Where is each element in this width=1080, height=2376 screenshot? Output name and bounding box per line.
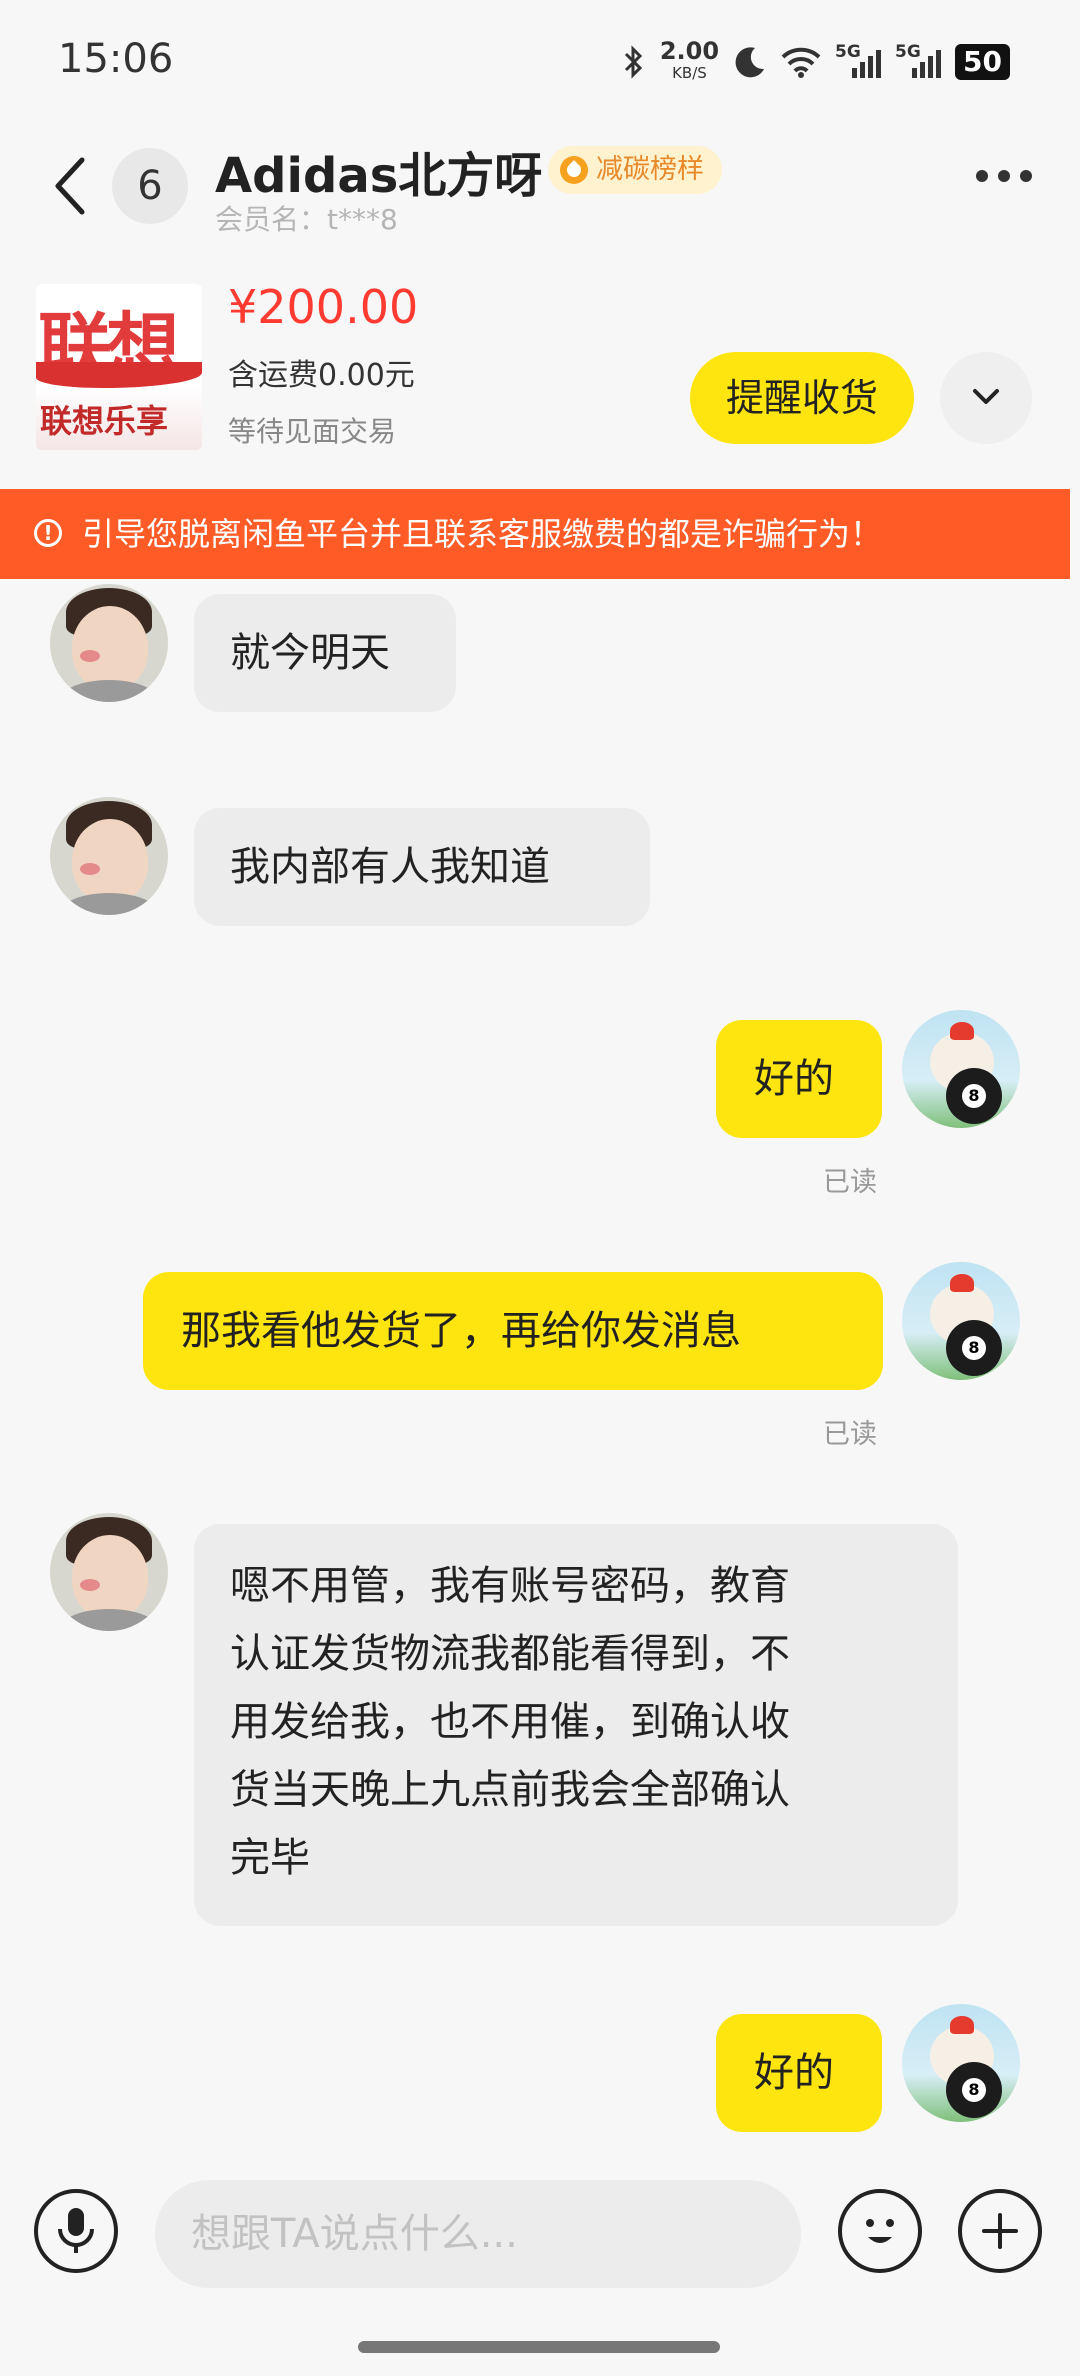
status-icons: 2.00 KB/S 5G 5G 50 — [622, 34, 1010, 90]
chevron-down-icon — [973, 389, 999, 404]
bluetooth-icon — [624, 45, 642, 79]
voice-button[interactable] — [34, 2189, 118, 2273]
message-bubble[interactable]: 那我看他发货了，再给你发消息 — [143, 1272, 883, 1390]
leaf-icon — [560, 156, 588, 184]
more-dot-icon — [1020, 170, 1032, 182]
moon-icon — [735, 47, 765, 78]
read-receipt: 已读 — [823, 1419, 877, 1450]
home-indicator[interactable] — [358, 2341, 720, 2353]
remind-receipt-button[interactable]: 提醒收货 — [690, 352, 914, 444]
chevron-left-icon — [55, 157, 85, 215]
message-line: 完毕 — [230, 1835, 310, 1881]
message-bubble[interactable]: 我内部有人我知道 — [194, 808, 650, 926]
my-avatar[interactable]: 8 — [902, 1010, 1020, 1128]
smiley-icon — [866, 2219, 894, 2243]
message-line: 用发给我，也不用催，到确认收 — [230, 1699, 790, 1745]
microphone-icon — [58, 2208, 94, 2253]
message-bubble[interactable]: 嗯不用管，我有账号密码，教育 认证发货物流我都能看得到，不 用发给我，也不用催，… — [194, 1524, 958, 1926]
status-time: 15:06 — [58, 36, 174, 82]
chat-title[interactable]: Adidas北方呀 — [215, 136, 542, 206]
back-button[interactable] — [50, 154, 90, 222]
message-bubble[interactable]: 就今明天 — [194, 594, 456, 712]
expand-button[interactable] — [940, 352, 1032, 444]
message-line: 嗯不用管，我有账号密码，教育 — [230, 1563, 790, 1609]
message-input[interactable] — [155, 2180, 801, 2288]
trade-status: 等待见面交易 — [228, 415, 397, 448]
more-dot-icon — [976, 170, 988, 182]
contact-avatar[interactable] — [50, 1513, 168, 1631]
product-image-swoosh — [36, 362, 202, 388]
plus-icon — [982, 2213, 1018, 2249]
unread-count-badge[interactable]: 6 — [112, 148, 188, 224]
product-image-brand: 联想乐享 — [40, 402, 169, 440]
carbon-badge-label: 减碳榜样 — [596, 154, 704, 185]
my-avatar[interactable]: 8 — [902, 1262, 1020, 1380]
emoji-button[interactable] — [838, 2189, 922, 2273]
net-speed: 2.00 KB/S — [659, 37, 720, 84]
read-receipt: 已读 — [823, 1167, 877, 1198]
message-line: 认证发货物流我都能看得到，不 — [230, 1631, 790, 1677]
battery-icon: 50 — [955, 44, 1010, 80]
signal-icon: 5G — [895, 42, 942, 82]
more-options-button[interactable] — [976, 170, 1032, 182]
message-line: 货当天晚上九点前我会全部确认 — [230, 1767, 790, 1813]
contact-avatar[interactable] — [50, 584, 168, 702]
more-actions-button[interactable] — [958, 2189, 1042, 2273]
warning-text: 引导您脱离闲鱼平台并且联系客服缴费的都是诈骗行为！ — [82, 515, 883, 553]
alert-icon: ! — [34, 519, 62, 547]
my-avatar[interactable]: 8 — [902, 2004, 1020, 2122]
message-bubble[interactable]: 好的 — [716, 1020, 882, 1138]
product-price: ¥200.00 — [228, 280, 419, 334]
contact-avatar[interactable] — [50, 797, 168, 915]
message-bubble[interactable]: 好的 — [716, 2014, 882, 2132]
net-speed-value: 2.00 — [659, 37, 720, 65]
carbon-badge[interactable]: 减碳榜样 — [548, 146, 722, 194]
wifi-icon — [781, 47, 821, 78]
net-speed-unit: KB/S — [672, 64, 707, 82]
member-name: 会员名：t***8 — [215, 203, 398, 236]
product-thumbnail[interactable]: 联想 联想乐享 — [36, 284, 202, 450]
fraud-warning-banner: ! 引导您脱离闲鱼平台并且联系客服缴费的都是诈骗行为！ — [0, 489, 1070, 579]
product-shipping: 含运费0.00元 — [228, 358, 415, 393]
signal-icon: 5G — [835, 42, 882, 82]
more-dot-icon — [998, 170, 1010, 182]
